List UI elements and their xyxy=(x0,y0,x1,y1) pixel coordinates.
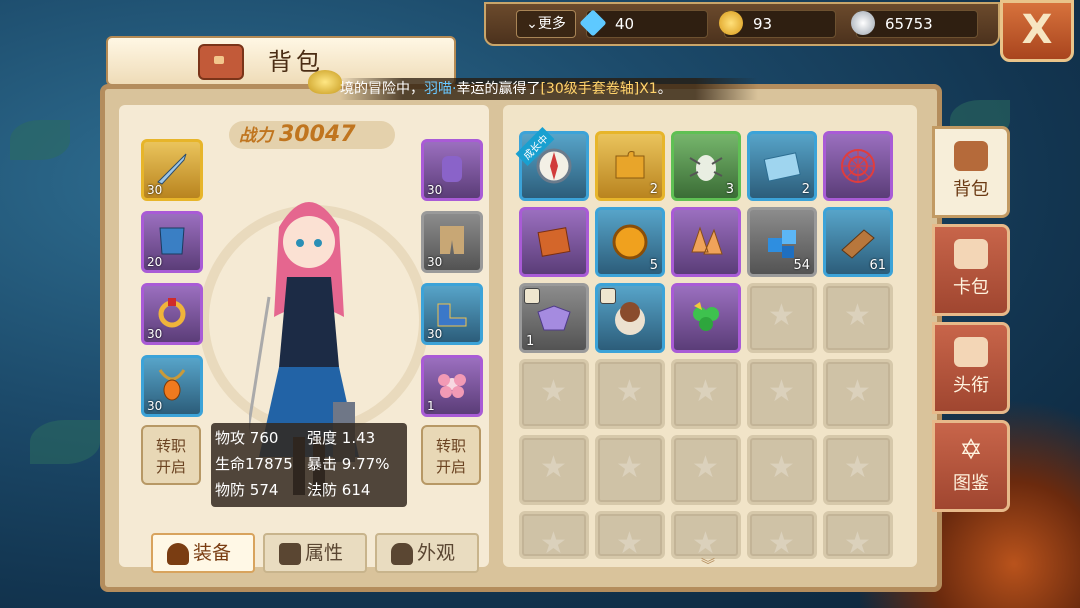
background-leaf xyxy=(30,420,100,464)
ring-icon xyxy=(158,298,186,328)
bag-item-ticket[interactable]: 2 xyxy=(747,131,817,201)
pants-icon xyxy=(440,226,464,254)
card-pack-icon xyxy=(954,239,988,269)
helmet-icon xyxy=(167,542,189,565)
mask-icon xyxy=(537,305,571,331)
bag-empty-slot[interactable] xyxy=(747,359,817,429)
tab-codex[interactable]: ✡ 图鉴 xyxy=(932,420,1010,512)
flower-icon xyxy=(438,374,466,398)
bag-empty-slot[interactable] xyxy=(595,511,665,559)
bag-item-bronze-bar[interactable]: 61 xyxy=(823,207,893,277)
bag-item-puzzle[interactable]: 2 xyxy=(595,131,665,201)
puzzle-icon xyxy=(615,151,645,179)
bag-item-ice-cube[interactable]: 54 xyxy=(747,207,817,277)
boots-icon xyxy=(437,303,467,327)
hero-stats-panel: 物攻 760 强度 1.43 生命17875 暴击 9.77% 物防 574 法… xyxy=(211,423,407,507)
diamond-counter: 40 xyxy=(579,9,708,38)
bag-empty-slot[interactable] xyxy=(595,359,665,429)
gold-coin-icon xyxy=(719,11,743,35)
close-icon: X xyxy=(1021,7,1053,53)
scroll-down-icon[interactable]: ︾ xyxy=(693,555,723,574)
bag-item-compass[interactable]: 成长中 xyxy=(515,127,589,201)
gold-counter: 93 xyxy=(719,10,836,38)
bronze-bar-icon xyxy=(841,229,875,259)
silver-coin-icon xyxy=(851,11,875,35)
sword-icon xyxy=(157,153,187,185)
bag-empty-slot[interactable] xyxy=(519,359,589,429)
broadcast-ticker: 境的冒险中，羽喵·幸运的赢得了[30级手套卷轴]X1。 xyxy=(340,78,758,100)
bag-empty-slot[interactable] xyxy=(671,359,741,429)
silver-counter: 65753 xyxy=(851,10,978,38)
bag-item-crystal-shard[interactable] xyxy=(671,207,741,277)
bag-empty-slot[interactable] xyxy=(823,283,893,353)
bag-empty-slot[interactable] xyxy=(823,511,893,559)
attribute-icon xyxy=(279,542,301,565)
bag-item-book[interactable] xyxy=(519,207,589,277)
job-change-left-button[interactable]: 转职 开启 xyxy=(141,425,201,485)
flower-slot[interactable]: 1 xyxy=(421,355,483,417)
close-button[interactable]: X xyxy=(1000,0,1074,62)
bag-empty-slot[interactable] xyxy=(823,435,893,505)
gloves-slot[interactable]: 30 xyxy=(421,139,483,201)
bag-empty-slot[interactable] xyxy=(823,359,893,429)
bag-item-clover[interactable] xyxy=(671,283,741,353)
armor-slot[interactable]: 20 xyxy=(141,211,203,273)
tab-card-pack[interactable]: 卡包 xyxy=(932,224,1010,316)
bag-icon xyxy=(198,44,244,80)
job-change-right-button[interactable]: 转职 开启 xyxy=(421,425,481,485)
tab-title[interactable]: 头衔 xyxy=(932,322,1010,414)
bag-empty-slot[interactable] xyxy=(747,511,817,559)
lamp-icon xyxy=(308,70,342,94)
boots-slot[interactable]: 30 xyxy=(421,283,483,345)
background-leaf xyxy=(10,120,70,160)
ice-cube-icon xyxy=(768,230,796,258)
bag-empty-slot[interactable] xyxy=(671,511,741,559)
bag-empty-slot[interactable] xyxy=(519,511,589,559)
tab-appearance[interactable]: 外观 xyxy=(375,533,479,573)
web-icon xyxy=(841,149,875,183)
necklace-slot[interactable]: 30 xyxy=(141,355,203,417)
hero-equipment-pane: 战力 30047 30 20 30 30 30 30 30 1 转职 开启 转职… xyxy=(119,105,489,573)
bag-item-mask[interactable]: 1 xyxy=(519,283,589,353)
main-panel: 战力 30047 30 20 30 30 30 30 30 1 转职 开启 转职… xyxy=(100,84,942,592)
diamond-icon xyxy=(579,9,607,37)
bag-item-coin[interactable]: 5 xyxy=(595,207,665,277)
bag-icon xyxy=(954,141,988,171)
star-of-david-icon: ✡ xyxy=(959,433,983,466)
tab-bag[interactable]: 背包 xyxy=(932,126,1010,218)
bag-empty-slot[interactable] xyxy=(595,435,665,505)
bag-empty-slot[interactable] xyxy=(671,435,741,505)
outfit-icon xyxy=(391,542,413,565)
bag-empty-slot[interactable] xyxy=(747,435,817,505)
bag-item-hamster-pet[interactable] xyxy=(595,283,665,353)
bug-icon xyxy=(689,155,723,181)
weapon-slot[interactable]: 30 xyxy=(141,139,203,201)
ring-slot[interactable]: 30 xyxy=(141,283,203,345)
combat-power: 战力 30047 xyxy=(229,121,395,149)
bag-empty-slot[interactable] xyxy=(747,283,817,353)
ticket-icon xyxy=(763,152,801,182)
bag-item-bug[interactable]: 3 xyxy=(671,131,741,201)
bag-grid: 成长中 2 3 2 5 54 61 1 ★ ★ ★ ★ ★ ★ ★ ★ ★ ★ … xyxy=(503,105,917,574)
tab-equipment[interactable]: 装备 xyxy=(151,533,255,573)
bag-empty-slot[interactable] xyxy=(519,435,589,505)
necklace-icon xyxy=(158,369,186,401)
coin-icon xyxy=(612,224,648,260)
crystal-shard-icon xyxy=(691,226,723,255)
hamster-pet-icon xyxy=(615,302,645,335)
more-button[interactable]: ⌄更多 xyxy=(516,10,576,38)
gloves-icon xyxy=(442,156,462,182)
armor-icon xyxy=(159,227,185,255)
currency-bar: ⌄更多 40 93 65753 xyxy=(484,2,1000,46)
title-scroll-icon xyxy=(954,337,988,367)
tab-attributes[interactable]: 属性 xyxy=(263,533,367,573)
clover-icon xyxy=(693,302,719,331)
bag-item-web[interactable] xyxy=(823,131,893,201)
book-icon xyxy=(537,227,571,257)
pants-slot[interactable]: 30 xyxy=(421,211,483,273)
